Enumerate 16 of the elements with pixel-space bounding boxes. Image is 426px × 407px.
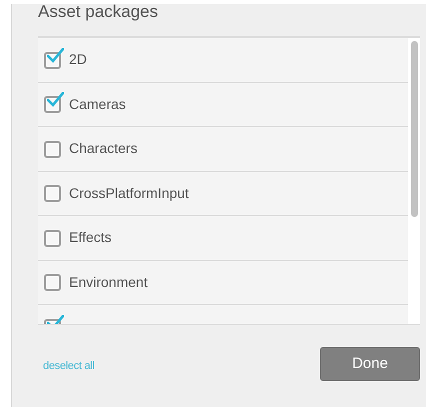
checked-checkbox[interactable] bbox=[44, 95, 62, 114]
deselect-all-link[interactable]: deselect all bbox=[43, 358, 94, 374]
checkbox[interactable] bbox=[44, 273, 62, 292]
scrollbar[interactable] bbox=[408, 38, 420, 324]
done-button[interactable]: Done bbox=[320, 347, 420, 381]
checkbox[interactable] bbox=[44, 184, 62, 202]
checked-checkbox[interactable] bbox=[44, 50, 62, 69]
checkbox[interactable] bbox=[44, 228, 62, 247]
package-label: CrossPlatformInput bbox=[69, 184, 189, 203]
package-label: Characters bbox=[69, 139, 138, 158]
dialog-title: Asset packages bbox=[38, 2, 160, 23]
package-label: Cameras bbox=[69, 94, 126, 114]
package-label: Effects bbox=[69, 228, 112, 248]
checkbox[interactable] bbox=[44, 140, 62, 158]
package-label: Environment bbox=[69, 272, 148, 292]
package-label: 2D bbox=[69, 50, 87, 70]
